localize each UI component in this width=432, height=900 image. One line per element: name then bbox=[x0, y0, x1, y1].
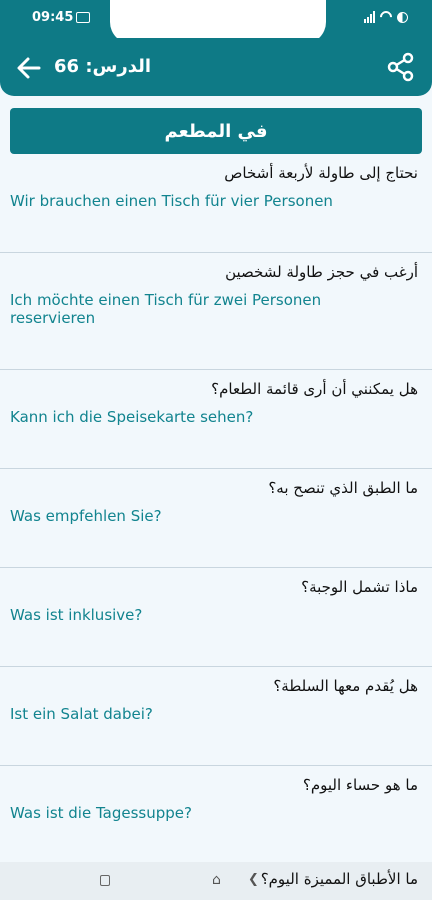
list-item[interactable]: ما الطبق الذي تنصح به؟ Was empfehlen Sie… bbox=[0, 469, 432, 568]
arabic-phrase: نحتاج إلى طاولة لأربعة أشخاص bbox=[224, 164, 418, 182]
arabic-phrase: هل يُقدم معها السلطة؟ bbox=[273, 677, 418, 695]
list-item[interactable]: ماذا تشمل الوجبة؟ Was ist inklusive? bbox=[0, 568, 432, 667]
back-arrow-icon bbox=[17, 57, 41, 79]
share-icon bbox=[387, 52, 414, 82]
topic-header: في المطعم bbox=[10, 108, 422, 154]
list-item[interactable]: أرغب في حجز طاولة لشخصين Ich möchte eine… bbox=[0, 253, 432, 370]
list-item[interactable]: هل يُقدم معها السلطة؟ Ist ein Salat dabe… bbox=[0, 667, 432, 766]
recents-icon[interactable] bbox=[100, 875, 110, 886]
german-phrase: Kann ich die Speisekarte sehen? bbox=[10, 408, 254, 426]
arabic-phrase-partial: ما الأطباق المميزة اليوم؟ bbox=[260, 870, 418, 888]
arabic-phrase: ما هو حساء اليوم؟ bbox=[302, 776, 418, 794]
topic-title: في المطعم bbox=[164, 120, 268, 142]
home-icon[interactable]: ⌂ bbox=[212, 872, 221, 888]
lesson-title: الدرس: 66 bbox=[54, 56, 152, 77]
arabic-phrase: هل يمكنني أن أرى قائمة الطعام؟ bbox=[211, 380, 418, 398]
back-arrow-button[interactable] bbox=[14, 53, 44, 83]
list-item[interactable]: نحتاج إلى طاولة لأربعة أشخاص Wir brauche… bbox=[0, 154, 432, 253]
arabic-phrase: ماذا تشمل الوجبة؟ bbox=[301, 578, 418, 596]
arabic-phrase: أرغب في حجز طاولة لشخصين bbox=[225, 263, 418, 281]
german-phrase: Ist ein Salat dabei? bbox=[10, 705, 153, 723]
signal-icon bbox=[364, 11, 375, 23]
arabic-phrase: ما الطبق الذي تنصح به؟ bbox=[268, 479, 418, 497]
back-icon[interactable]: ❮ bbox=[248, 872, 259, 887]
german-phrase: Wir brauchen einen Tisch für vier Person… bbox=[10, 192, 333, 210]
status-icons bbox=[364, 8, 408, 26]
status-time: 09:45 bbox=[32, 10, 74, 25]
gallery-notification-icon bbox=[76, 12, 90, 23]
list-item[interactable]: هل يمكنني أن أرى قائمة الطعام؟ Kann ich … bbox=[0, 370, 432, 469]
german-phrase: Was ist die Tagessuppe? bbox=[10, 804, 192, 822]
german-phrase: Ich möchte einen Tisch für zwei Personen… bbox=[10, 291, 322, 327]
phrase-list: نحتاج إلى طاولة لأربعة أشخاص Wir brauche… bbox=[0, 154, 432, 864]
system-nav-bar: ما الأطباق المميزة اليوم؟ ⌂ ❮ bbox=[0, 862, 432, 900]
german-phrase: Was ist inklusive? bbox=[10, 606, 143, 624]
german-phrase: Was empfehlen Sie? bbox=[10, 507, 162, 525]
list-item[interactable]: ما هو حساء اليوم؟ Was ist die Tagessuppe… bbox=[0, 766, 432, 864]
wifi-icon bbox=[377, 8, 395, 26]
share-button[interactable] bbox=[386, 52, 416, 82]
battery-icon bbox=[397, 11, 408, 23]
app-bar: الدرس: 66 bbox=[0, 38, 432, 96]
